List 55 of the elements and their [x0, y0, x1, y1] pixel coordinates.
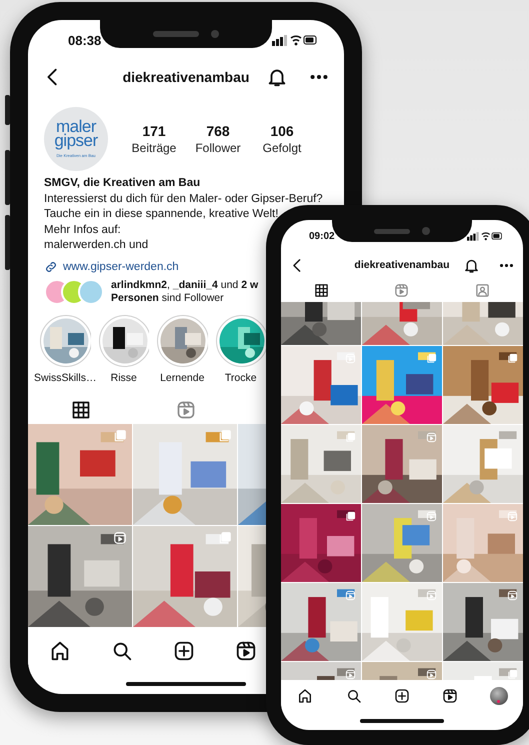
- reel-icon: [113, 530, 127, 544]
- add-icon: [394, 688, 410, 704]
- reels-icon: [442, 688, 458, 704]
- username-title: diekreativenambau: [354, 259, 450, 271]
- stat-label[interactable]: Beiträge: [132, 141, 176, 155]
- stat-count[interactable]: 768: [206, 123, 230, 139]
- profile-name: SMGV, die Kreativen am Bau: [44, 176, 202, 191]
- bio-line: Interessierst du dich für den Maler- oder Gipser-Beruf?: [44, 192, 323, 206]
- story-highlight[interactable]: [157, 314, 208, 366]
- carousel-icon: [345, 432, 356, 443]
- reels-icon: [394, 282, 410, 298]
- add-icon: [173, 640, 195, 662]
- search-icon: [111, 640, 133, 662]
- logo-text: gipser: [54, 134, 98, 148]
- carousel-icon: [218, 530, 232, 544]
- status-time: 09:02: [309, 230, 335, 242]
- followed-by-text[interactable]: arlindkmn2, _daniii_4 und 2 w Personen sind Follower: [111, 278, 258, 304]
- carousel-icon: [426, 353, 437, 364]
- stat-count[interactable]: 171: [142, 123, 166, 139]
- reel-icon: [345, 353, 356, 364]
- grid-icon: [70, 400, 90, 420]
- stat-count[interactable]: 106: [270, 123, 294, 139]
- home-icon: [297, 688, 314, 704]
- carousel-icon: [113, 428, 127, 442]
- reel-icon: [426, 511, 437, 522]
- search-icon: [346, 688, 362, 704]
- home-icon: [49, 640, 71, 662]
- carousel-icon: [345, 511, 356, 522]
- bio-line: Mehr Infos auf:: [44, 222, 121, 238]
- highlight-label[interactable]: Risse: [110, 372, 137, 384]
- profile-avatar-icon: [490, 687, 508, 705]
- status-icons: [272, 34, 318, 46]
- bio-line: malerwerden.ch und: [44, 238, 148, 253]
- link-icon: [44, 260, 58, 274]
- story-highlight[interactable]: [216, 314, 266, 366]
- reel-icon: [426, 432, 437, 443]
- stat-label[interactable]: Follower: [195, 141, 241, 155]
- carousel-icon: [507, 353, 518, 364]
- reel-icon: [507, 511, 518, 522]
- highlight-label[interactable]: Trocke: [224, 372, 257, 384]
- tagged-icon: [474, 282, 490, 298]
- website-link[interactable]: www.gipser-werden.ch: [63, 260, 179, 272]
- bio-line: Tauche ein in diese spannende, kreative Welt!: [44, 207, 278, 222]
- status-time: 08:38: [68, 32, 102, 48]
- grid-icon: [314, 282, 329, 298]
- status-icons: [467, 230, 503, 242]
- highlight-label[interactable]: Lernende: [160, 372, 204, 384]
- stat-label[interactable]: Gefolgt: [262, 141, 302, 155]
- highlight-label[interactable]: SwissSkills…: [34, 372, 96, 384]
- reels-icon: [235, 640, 257, 662]
- story-highlight[interactable]: [98, 314, 149, 366]
- logo-text: maler: [56, 120, 96, 134]
- carousel-icon: [218, 428, 232, 442]
- username-title: diekreativenambau: [122, 69, 250, 85]
- reels-icon: [176, 400, 196, 420]
